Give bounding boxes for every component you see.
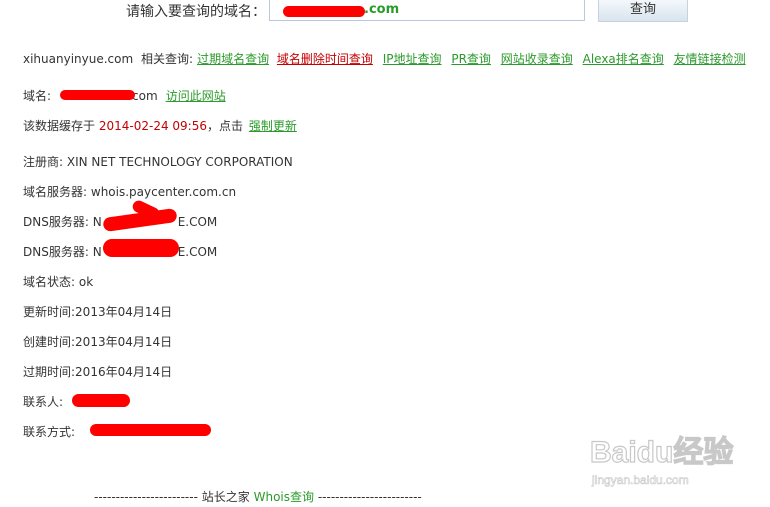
redaction-mark	[60, 90, 135, 100]
redaction-mark	[90, 424, 211, 436]
expires-row: 过期时间:2016年04月14日	[23, 363, 172, 380]
visit-site-link[interactable]: 访问此网站	[166, 89, 226, 103]
redaction-mark	[103, 239, 179, 257]
cache-row: 该数据缓存于 2014-02-24 09:56，点击 强制更新	[23, 117, 297, 134]
whois-server-value: whois.paycenter.com.cn	[90, 185, 237, 199]
contact-method-row: 联系方式:	[23, 423, 75, 440]
link-ip-lookup[interactable]: IP地址查询	[383, 52, 442, 66]
link-index-lookup[interactable]: 网站收录查询	[501, 52, 573, 66]
link-pr-lookup[interactable]: PR查询	[451, 52, 491, 66]
contact-row: 联系人:	[23, 393, 63, 410]
expires-value: 2016年04月14日	[75, 365, 173, 379]
contact-method-label: 联系方式:	[23, 425, 76, 439]
status-row: 域名状态: ok	[23, 273, 93, 290]
domain-label: 域名:	[23, 89, 52, 103]
link-friend-link-check[interactable]: 友情链接检测	[674, 52, 746, 66]
updated-value: 2013年04月14日	[75, 305, 173, 319]
force-refresh-link[interactable]: 强制更新	[249, 119, 297, 133]
search-input-value: .com	[364, 2, 400, 17]
created-value: 2013年04月14日	[75, 335, 173, 349]
related-queries: xihuanyinyue.com 相关查询: 过期域名查询 域名删除时间查询 IP…	[23, 50, 746, 67]
footer-whois-link[interactable]: Whois查询	[254, 490, 314, 504]
dns2-suffix: E.COM	[177, 245, 218, 259]
whois-server-row: 域名服务器: whois.paycenter.com.cn	[23, 183, 236, 200]
redaction-mark	[283, 6, 365, 17]
created-label: 创建时间:	[23, 335, 76, 349]
redaction-mark	[72, 394, 130, 407]
dns2-label: DNS服务器:	[23, 245, 89, 259]
dns1-label: DNS服务器:	[23, 215, 89, 229]
watermark-url: jingyan.baidu.com	[591, 473, 689, 487]
cache-middle: ，点击	[206, 119, 243, 133]
baidu-jingyan-watermark: Baidu经验 jingyan.baidu.com	[590, 434, 734, 487]
dns1-suffix: E.COM	[177, 215, 218, 229]
registrar-value: XIN NET TECHNOLOGY CORPORATION	[66, 155, 293, 169]
dns2-prefix: N	[92, 245, 102, 259]
updated-row: 更新时间:2013年04月14日	[23, 303, 172, 320]
search-button[interactable]: 查询	[598, 0, 688, 22]
footer-dashes-left: ------------------------	[94, 490, 198, 504]
expires-label: 过期时间:	[23, 365, 76, 379]
whois-server-label: 域名服务器:	[23, 185, 88, 199]
related-label: 相关查询:	[141, 52, 194, 66]
footer: ------------------------ 站长之家 Whois查询 --…	[94, 488, 422, 505]
search-label: 请输入要查询的域名：	[126, 4, 266, 20]
related-domain: xihuanyinyue.com	[23, 52, 134, 66]
dns1-prefix: N	[92, 215, 102, 229]
link-delete-time[interactable]: 域名删除时间查询	[277, 52, 373, 66]
status-label: 域名状态:	[23, 275, 76, 289]
watermark-brand: Baidu经验	[590, 435, 733, 469]
contact-label: 联系人:	[23, 395, 64, 409]
domain-suffix: com	[132, 89, 158, 103]
registrar-row: 注册商: XIN NET TECHNOLOGY CORPORATION	[23, 153, 293, 170]
footer-dashes-right: ------------------------	[317, 490, 422, 504]
cache-prefix: 该数据缓存于	[23, 119, 96, 133]
registrar-label: 注册商:	[23, 155, 64, 169]
cache-datetime: 2014-02-24 09:56	[98, 119, 207, 133]
created-row: 创建时间:2013年04月14日	[23, 333, 172, 350]
link-alexa-rank[interactable]: Alexa排名查询	[583, 52, 664, 66]
footer-site: 站长之家	[201, 490, 250, 504]
status-value: ok	[78, 275, 94, 289]
updated-label: 更新时间:	[23, 305, 76, 319]
link-expired-domain[interactable]: 过期域名查询	[197, 52, 269, 66]
